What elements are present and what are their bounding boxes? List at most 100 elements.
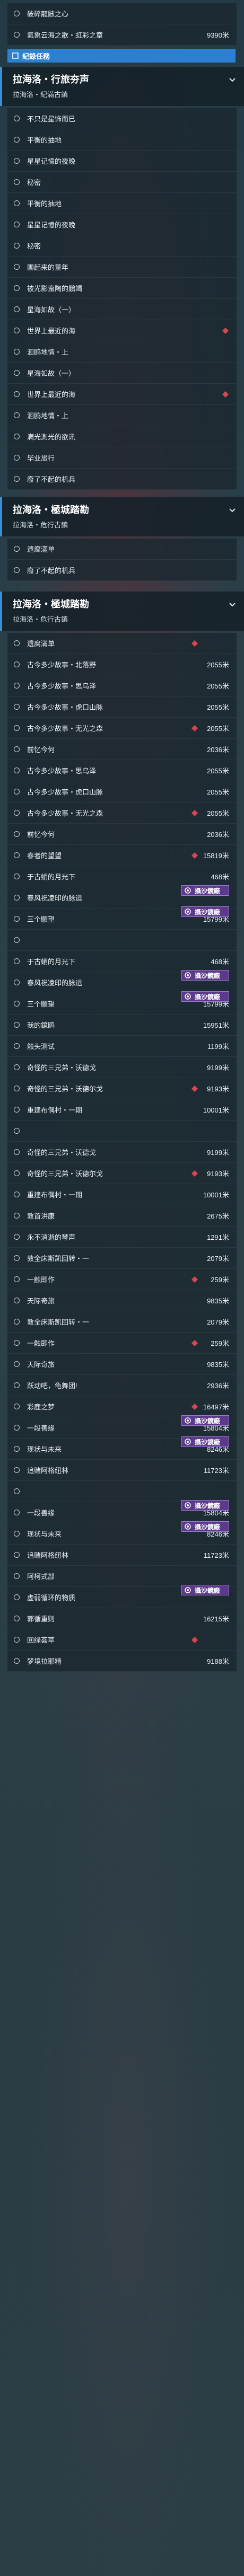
quest-row[interactable]: 跃动吧，龟舞团! 2936米 — [7, 1375, 237, 1396]
quest-row[interactable]: 古今多少故事・思乌泽 2055米 — [7, 760, 237, 781]
quest-name: 遗腐滿单 — [27, 545, 55, 553]
quest-distance: 2079米 — [207, 1255, 229, 1263]
quest-row[interactable]: 奇怪的三兄弟・沃德戈 9199米 — [7, 1057, 237, 1078]
quest-row[interactable]: 星海如故（一） — [7, 299, 237, 320]
quest-distance: 468米 — [211, 958, 229, 966]
quest-row[interactable]: 古今多少故事・思乌泽 2055米 — [7, 675, 237, 696]
quest-row[interactable]: 古今多少故事・虎口山脉 2055米 — [7, 781, 237, 802]
quest-row[interactable]: 一段善缘 攝沙鏡廠 15804米 — [7, 1500, 237, 1523]
quest-row[interactable]: 敦全床斯凯回转・一 2079米 — [7, 1311, 237, 1333]
quest-row[interactable]: 重建布偶村・一期 10001米 — [7, 1184, 237, 1205]
quest-name: 追赌阿格纽林 — [27, 1467, 69, 1475]
collapse-icon[interactable] — [227, 599, 238, 610]
quest-row[interactable]: 秘密 — [7, 235, 237, 257]
quest-row[interactable] — [7, 1481, 237, 1502]
quest-row[interactable]: 星海如故（一） — [7, 363, 237, 384]
quest-row[interactable]: 于古蛸的月光下 468米 — [7, 951, 237, 972]
quest-row[interactable]: 现状与未来 攝沙鏡廠 8246米 — [7, 1436, 237, 1460]
quest-status-circle-icon — [14, 661, 20, 667]
quest-row[interactable]: 一段善缘 攝沙鏡廠 15804米 — [7, 1415, 237, 1439]
quest-group-title: 拉海洛・極城踏勘 — [13, 505, 89, 515]
quest-row[interactable]: 不只是星饰而已 — [7, 108, 237, 129]
quest-name: 回绿荟萃 — [27, 1636, 55, 1644]
quest-row[interactable]: 古今多少故事・无光之森 2055米 — [7, 718, 237, 739]
quest-row[interactable]: 满光測光的欲讯 — [7, 426, 237, 447]
quest-distance: 2055米 — [207, 809, 229, 817]
quest-row[interactable] — [7, 930, 237, 951]
quest-name: 世界上最近的海 — [27, 327, 76, 335]
quest-row[interactable]: 永不消逝的琴声 1291米 — [7, 1227, 237, 1248]
quest-row[interactable]: 世界上最近的海 — [7, 320, 237, 341]
quest-row[interactable]: 團起来的童年 — [7, 257, 237, 278]
quest-row[interactable]: 遗腐滿单 — [7, 633, 237, 654]
quest-status-circle-icon — [14, 1361, 20, 1367]
quest-row[interactable]: 追赌阿格纽林 11723米 — [7, 1460, 237, 1481]
quest-row[interactable]: 三个願望 攝沙鏡廠 15799米 — [7, 906, 237, 930]
collapse-icon[interactable] — [227, 505, 238, 515]
quest-row[interactable]: 重建布偶村・一期 10001米 — [7, 1099, 237, 1121]
quest-row[interactable]: 星星记憶的夜晚 — [7, 214, 237, 235]
quest-status-circle-icon — [14, 874, 20, 879]
quest-row[interactable] — [7, 1121, 237, 1142]
quest-row[interactable]: 前忆今何 2036米 — [7, 824, 237, 845]
quest-row[interactable]: 春者的望望 15819米 — [7, 845, 237, 866]
quest-row[interactable]: 奇怪的三兄弟・沃德尔戈 9193米 — [7, 1163, 237, 1184]
quest-row[interactable]: 敦首洪康 2675米 — [7, 1205, 237, 1227]
quest-distance: 259米 — [211, 1276, 229, 1284]
quest-row[interactable]: 秘密 — [7, 172, 237, 193]
quest-row[interactable]: 被光影蛮陶的鵬竭 — [7, 278, 237, 299]
quest-row[interactable]: 一触即作 259米 — [7, 1333, 237, 1354]
quest-row[interactable]: 破碎龍骸之心 — [7, 3, 237, 24]
quest-row[interactable]: 梦境拉耶精 9188米 — [7, 1651, 237, 1672]
quest-name: 星海如故（一） — [27, 369, 76, 377]
quest-row[interactable]: 我的鏡鸥 15951米 — [7, 1014, 237, 1036]
swirl-icon — [185, 1502, 191, 1508]
quest-distance: 16215米 — [203, 1615, 229, 1623]
quest-name: 古今多少故事・思乌泽 — [27, 682, 97, 690]
quest-row[interactable]: 天际奇旅 9835米 — [7, 1290, 237, 1311]
collapse-icon[interactable] — [227, 74, 238, 85]
quest-row[interactable]: 现状与未来 攝沙鏡廠 8246米 — [7, 1521, 237, 1545]
quest-group-header[interactable]: 拉海洛・行旅夯声 拉海洛・紀滿古鎮 — [0, 67, 244, 106]
quest-row[interactable]: 回绿荟萃 — [7, 1629, 237, 1651]
quest-row[interactable]: 奇怪的三兄弟・沃德尔戈 9193米 — [7, 1078, 237, 1099]
quest-name: 古今多少故事・无光之森 — [27, 809, 103, 817]
quest-row[interactable]: 洄鸥地情・上 — [7, 405, 237, 426]
quest-row[interactable]: 郭循重则 16215米 — [7, 1608, 237, 1629]
quest-row[interactable]: 天际奇旅 9835米 — [7, 1354, 237, 1375]
quest-row[interactable]: 洄鸥地情・上 — [7, 341, 237, 363]
quest-row[interactable]: 世界上最近的海 — [7, 384, 237, 405]
quest-group-header[interactable]: 拉海洛・極城踏勘 拉海洛・危行古鎮 — [0, 497, 244, 536]
quest-row[interactable]: 平衡的抽地 — [7, 193, 237, 214]
quest-row[interactable]: 奇怪的三兄弟・沃德戈 9199米 — [7, 1142, 237, 1163]
quest-row[interactable]: 毕业旅行 — [7, 447, 237, 469]
quest-row[interactable]: 古今多少故事・虎口山脉 2055米 — [7, 696, 237, 718]
quest-row[interactable]: 阿柯式部 — [7, 1566, 237, 1587]
quest-row[interactable]: 古今多少故事・北落野 2055米 — [7, 654, 237, 675]
quest-row[interactable]: 星星记憶的夜晚 — [7, 151, 237, 172]
quest-name: 一段善缘 — [27, 1509, 55, 1517]
quest-row[interactable]: 氣象云海之歌・虹彩之章 9390米 — [7, 24, 237, 46]
quest-row[interactable]: 触头测试 1199米 — [7, 1036, 237, 1057]
quest-row[interactable]: 廢了不起的机兵 — [7, 560, 237, 581]
quest-status-circle-icon — [14, 179, 20, 185]
quest-row[interactable]: 三个願望 攝沙鏡廠 15799米 — [7, 991, 237, 1014]
quest-row[interactable]: 古今多少故事・无光之森 2055米 — [7, 802, 237, 824]
quest-row[interactable]: 遗腐滿单 — [7, 539, 237, 560]
quest-name: 梦境拉耶精 — [27, 1657, 62, 1665]
quest-row[interactable]: 敦全床斯凯回转・一 2079米 — [7, 1248, 237, 1269]
quest-distance: 2036米 — [207, 831, 229, 839]
quest-row[interactable]: 追赌阿格纽林 11723米 — [7, 1545, 237, 1566]
quest-row[interactable]: 平衡的抽地 — [7, 129, 237, 151]
quest-row[interactable]: 彩鹿之梦 16497米 — [7, 1396, 237, 1417]
quest-group-header[interactable]: 拉海洛・極城踏勘 拉海洛・危行古鎮 — [0, 592, 244, 631]
region-badge: 攝沙鏡廠 — [181, 1521, 229, 1532]
quest-row[interactable]: 前忆今何 2036米 — [7, 739, 237, 760]
quest-row[interactable]: 春风祝凌印的脉运 攝沙鏡廠 — [7, 885, 237, 908]
quest-row[interactable]: 于古蛸的月光下 468米 — [7, 866, 237, 887]
quest-row[interactable]: 廢了不起的机兵 — [7, 469, 237, 490]
quest-name: 重建布偶村・一期 — [27, 1191, 83, 1199]
quest-row[interactable]: 一触即作 259米 — [7, 1269, 237, 1290]
quest-row[interactable]: 虚弱循环的物质 攝沙鏡廠 — [7, 1585, 237, 1608]
quest-row[interactable]: 春风祝凌印的脉运 攝沙鏡廠 — [7, 970, 237, 993]
